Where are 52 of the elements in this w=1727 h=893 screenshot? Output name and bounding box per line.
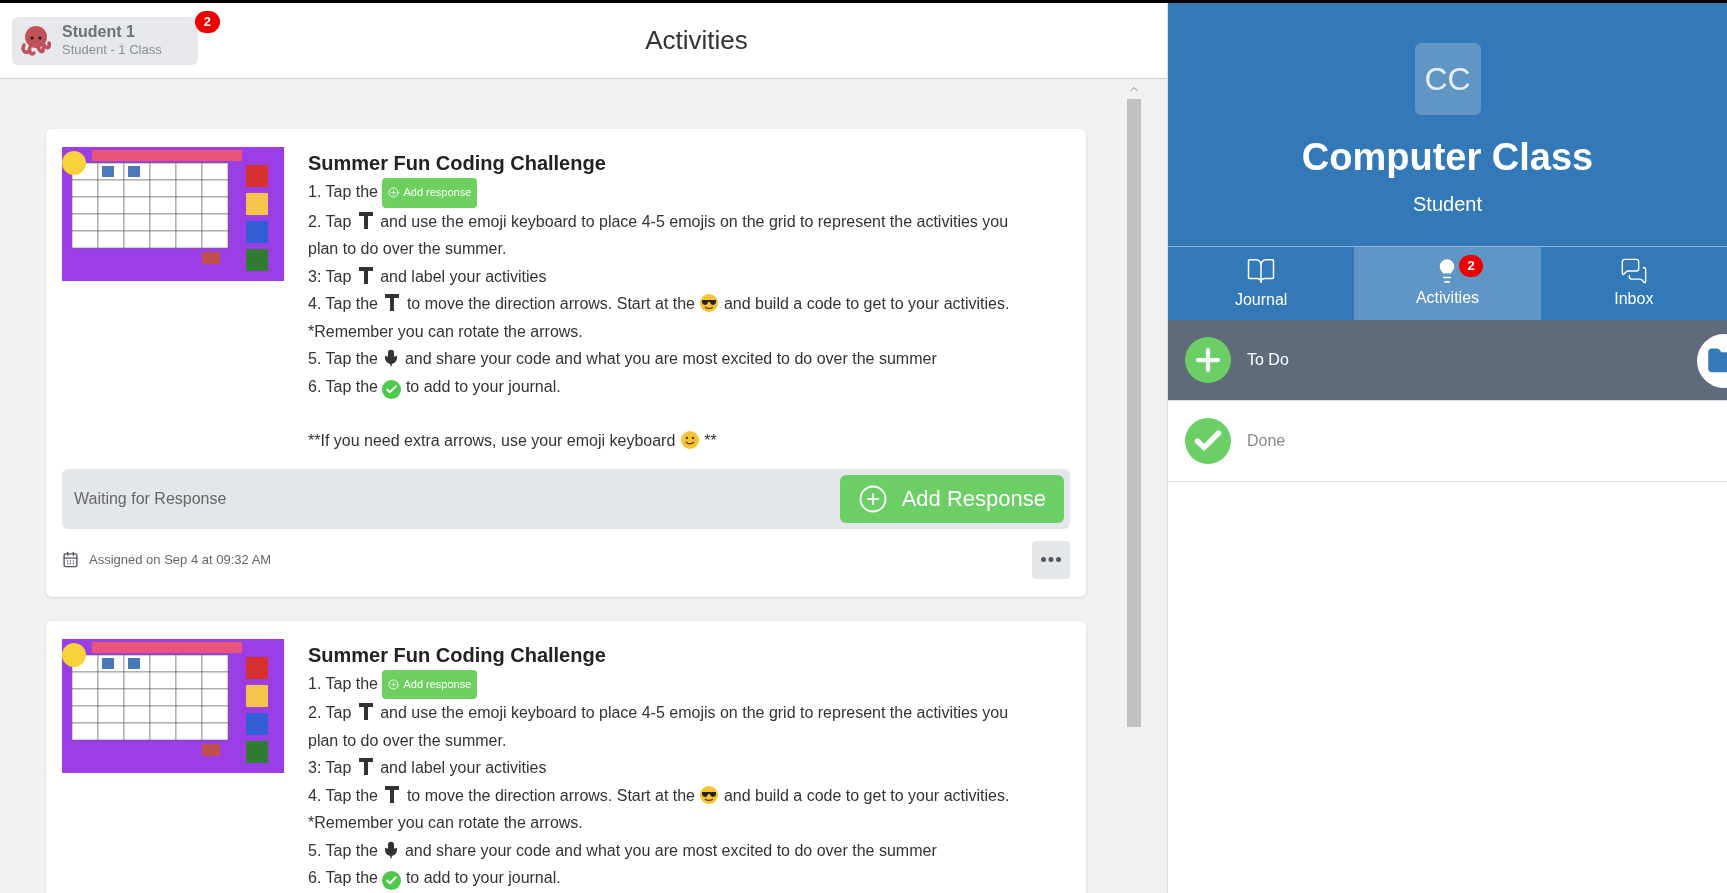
class-name: Computer Class (1301, 135, 1594, 179)
activity-title: Summer Fun Coding Challenge (308, 151, 607, 176)
notification-badge: 2 (194, 10, 220, 33)
sunglasses-emoji-icon (699, 293, 720, 313)
instruction-line: 2. Tap and use the emoji keyboard to place 4-5 emojis on the grid to represent the activities you plan to do over the summer. (308, 207, 1042, 263)
nav-tab[interactable]: Activities 2 (1354, 247, 1541, 320)
filter-row[interactable]: To Do (1168, 320, 1727, 401)
instruction-line: 2. Tap and use the emoji keyboard to place 4-5 emojis on the grid to represent the activities you plan to do over the summer. (308, 699, 1042, 755)
user-role: Student - 1 Class (62, 42, 162, 59)
check-icon (382, 379, 402, 399)
letter-t-icon (384, 292, 401, 312)
scrollbar-thumb[interactable] (1127, 99, 1141, 727)
page-title: Activities (645, 24, 748, 57)
activity-title: Summer Fun Coding Challenge (308, 642, 607, 668)
plus-circle-icon (388, 187, 400, 199)
letter-t-icon (357, 701, 374, 722)
more-icon (1041, 557, 1061, 562)
assigned-date: Assigned on Sep 4 at 09:32 AM (89, 550, 272, 569)
add-response-chip: Add response (382, 178, 478, 208)
instruction-line: 1. Tap the Add response (308, 669, 1042, 700)
plus-circle-icon (388, 678, 400, 690)
user-name: Student 1 (62, 22, 136, 43)
instruction-line: 5. Tap the and share your code and what you are most excited to do over the summer (308, 839, 938, 861)
plus-icon (1185, 337, 1231, 383)
more-options-button[interactable] (1032, 540, 1070, 579)
letter-t-icon (357, 264, 374, 285)
letter-t-icon (384, 783, 401, 804)
user-profile-chip[interactable]: Student 1 Student - 1 Class (12, 16, 198, 65)
letter-t-icon (357, 209, 374, 230)
class-initials-tile: CC (1414, 43, 1481, 115)
instruction-line: 3: Tap and label your activities (308, 262, 1042, 290)
instruction-line: 4. Tap the to move the direction arrows. Start at the and build a code to get to your activities. *Remember you can rotate the arrows. (308, 290, 1042, 345)
class-role: Student (1413, 192, 1482, 217)
nav-tab[interactable]: Journal (1168, 247, 1355, 320)
instruction-line: 6. Tap the to add to your journal. (308, 864, 1042, 892)
instruction-line: 3: Tap and label your activities (308, 754, 1042, 782)
nav-tab[interactable]: Inbox (1540, 247, 1727, 320)
notification-badge: 2 (1459, 255, 1483, 277)
instruction-line: 4. Tap the to move the direction arrows. Start at the and build a code to get to your activities. *Remember you can rotate the arrows. (308, 781, 1042, 837)
check-icon (1185, 418, 1231, 464)
add-response-chip: Add response (382, 669, 478, 700)
letter-t-icon (357, 756, 374, 777)
chat-bubbles-icon (1619, 256, 1648, 285)
instruction-line: 5. Tap the and share your code and what you are most excited to do over the summer (308, 348, 938, 369)
instruction-note: **If you need extra arrows, use your emoji keyboard ** (308, 429, 718, 452)
instruction-line: 1. Tap the Add response (308, 178, 1042, 208)
sunglasses-emoji-icon (699, 784, 720, 805)
smiley-emoji-icon (679, 430, 700, 450)
instruction-line: 6. Tap the to add to your journal. (308, 372, 1042, 400)
response-status: Waiting for Response (74, 488, 227, 509)
plus-circle-icon (857, 483, 888, 514)
calendar-icon (62, 551, 79, 568)
